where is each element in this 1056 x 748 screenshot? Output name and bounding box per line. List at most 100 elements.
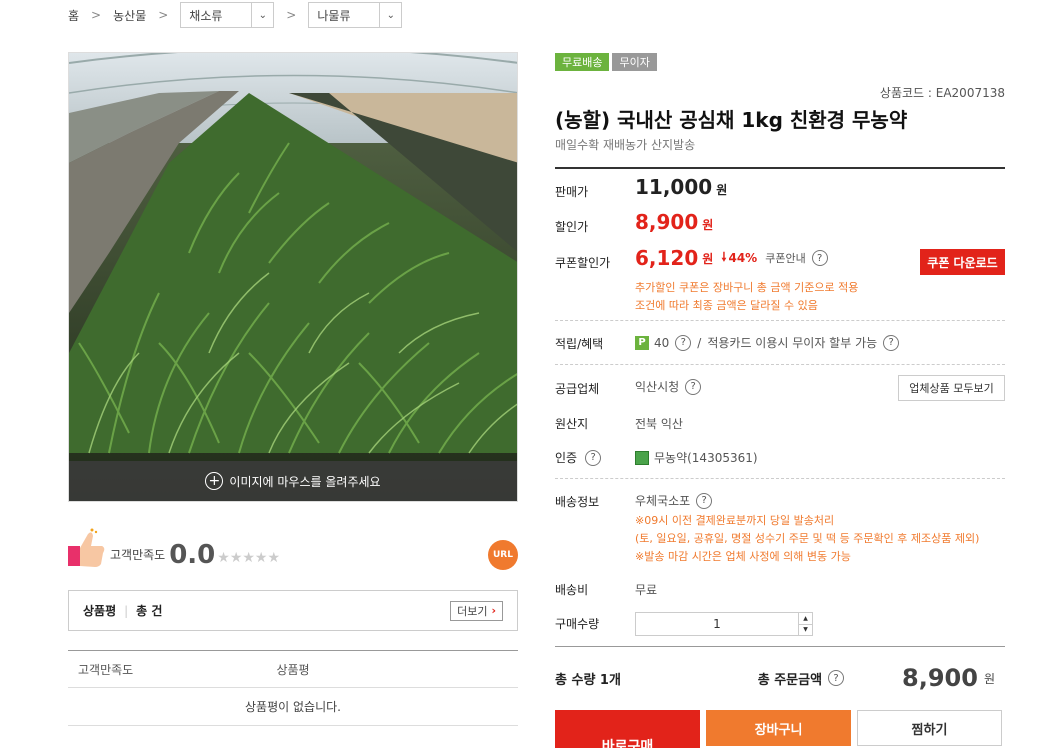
breadcrumb-separator: > [158,8,169,22]
breadcrumb: 홈 > 농산물 > 채소류 ⌄ > 나물류 ⌄ [68,2,403,28]
quantity-input[interactable]: 1 [636,613,798,635]
card-benefit-text: 적용카드 이용시 무이자 할부 가능 [707,336,878,350]
buy-now-button[interactable]: 바로구매 [555,710,700,748]
origin-value: 전북 익산 [635,417,683,431]
vendor-name[interactable]: 익산시청 [635,378,679,395]
help-icon[interactable]: ? [828,670,845,686]
review-summary: 상품평 | 총 건 더보기 › [68,590,518,631]
benefit-info: P 40 ? / 적용카드 이용시 무이자 할부 가능 ? [635,334,900,351]
coupon-price-value: 6,120 [635,246,699,270]
discount-price-value: 8,900 [635,210,699,234]
shipping-fee-label: 배송비 [555,583,589,597]
shipping-method: 우체국소포 ? [635,492,713,509]
quantity-arrows: ▲ ▼ [798,613,812,635]
satisfaction-label: 고객만족도 [110,548,166,562]
cert-value: 무농약(14305361) [654,451,758,465]
divider [555,646,1005,647]
total-amount: 8,900 [902,664,978,692]
star-rating: ★★★★★ [217,550,281,566]
zoom-plus-icon: + [205,472,224,490]
coupon-price-label: 쿠폰할인가 [555,256,611,270]
chevron-right-icon: › [491,604,496,617]
shipping-note-1: ※09시 이전 결제완료분까지 당일 발송처리 [635,514,835,527]
wishlist-button[interactable]: 찜하기 [857,710,1002,746]
more-reviews-button[interactable]: 더보기 › [450,600,503,621]
price-unit: 원 [716,183,728,197]
decrement-icon[interactable]: ▼ [799,625,812,636]
shipping-label: 배송정보 [555,495,600,509]
points-icon: P [635,335,649,350]
help-icon[interactable]: ? [585,449,602,466]
vendor-info: 익산시청 ? [635,378,702,395]
add-to-cart-button[interactable]: 장바구니 [706,710,851,746]
product-title: (농할) 국내산 공심채 1kg 친환경 무농약 [555,108,908,132]
review-table: 고객만족도 상품평 상품평이 없습니다. [68,650,518,726]
shipping-fee-value: 무료 [635,583,658,597]
review-table-header: 고객만족도 상품평 [68,650,518,688]
greenhouse-photo [69,53,517,501]
help-icon[interactable]: ? [675,334,692,351]
product-image[interactable]: + 이미지에 마우스를 올려주세요 [68,52,518,502]
cert-label: 인증 [555,451,578,465]
organic-cert-icon [635,450,649,465]
benefit-label: 적립/혜택 [555,337,604,351]
price-unit: 원 [702,218,714,232]
coupon-download-button[interactable]: 쿠폰 다운로드 [920,249,1005,275]
interest-free-badge: 무이자 [612,53,657,71]
sale-price-label: 판매가 [555,185,589,199]
coupon-note-1: 추가할인 쿠폰은 장바구니 총 금액 기준으로 적용 [635,281,859,294]
origin-label: 원산지 [555,417,589,431]
coupon-percent: 44% [728,251,758,265]
vendor-label: 공급업체 [555,382,600,396]
review-count: 총 건 [136,604,163,618]
hover-hint-text: 이미지에 마우스를 올려주세요 [229,474,381,489]
breadcrumb-category[interactable]: 농산물 [113,7,146,24]
free-shipping-badge: 무료배송 [555,53,610,71]
coupon-note-2: 조건에 따라 최종 금액은 달라질 수 있음 [635,299,818,312]
product-subtitle: 매일수확 재배농가 산지발송 [555,138,696,152]
sale-price-value: 11,000 [635,175,713,199]
thumbs-up-icon [68,528,106,568]
help-icon[interactable]: ? [883,334,900,351]
quantity-label: 구매수량 [555,617,600,631]
points-value: 40 [654,335,670,350]
divider: / [697,335,702,350]
divider [555,167,1005,169]
image-hover-hint: + 이미지에 마우스를 올려주세요 [69,461,517,501]
breadcrumb-separator: > [91,8,102,22]
vendor-products-button[interactable]: 업체상품 모두보기 [898,375,1005,401]
increment-icon[interactable]: ▲ [799,613,812,625]
shipping-note-3: ※발송 마감 시간은 업체 사정에 의해 변동 가능 [635,550,851,563]
category-select-namul[interactable]: 나물류 ⌄ [308,2,403,28]
help-icon[interactable]: ? [685,378,702,395]
divider [555,320,1005,321]
customer-satisfaction: 고객만족도 0.0 ★★★★★ [68,528,280,568]
divider [555,364,1005,365]
select-label: 나물류 [317,8,351,23]
category-select-vegetables[interactable]: 채소류 ⌄ [180,2,275,28]
shipping-note-2: (토, 일요일, 공휴일, 명절 성수기 주문 및 떡 등 주문확인 후 제조상… [635,532,980,545]
order-total: 총 수량 1개 총 주문금액 ? 8,900 원 [555,660,1005,696]
shipping-method-value: 우체국소포 [635,494,691,508]
coupon-info-label: 쿠폰안내 [765,252,806,265]
review-empty-message: 상품평이 없습니다. [68,688,518,726]
cert-info: 무농약(14305361) [635,449,758,466]
buy-now-label: 바로구매 [601,739,654,748]
chevron-down-icon: ⌄ [379,3,401,27]
divider: | [124,603,129,618]
help-icon[interactable]: ? [696,492,713,509]
cert-label-group: 인증 ? [555,449,602,466]
coupon-price: 6,120 원 🠗 44% 쿠폰안내 ? [635,246,828,270]
select-label: 채소류 [189,8,223,23]
review-title: 상품평 [83,604,117,618]
help-icon[interactable]: ? [811,250,828,266]
product-code: 상품코드 : EA2007138 [879,86,1005,100]
url-copy-button[interactable]: URL [488,540,518,570]
satisfaction-score: 0.0 [169,540,216,570]
down-arrow-icon: 🠗 [721,249,727,264]
price-unit: 원 [702,251,714,266]
discount-price-label: 할인가 [555,220,589,234]
breadcrumb-home[interactable]: 홈 [68,7,79,24]
quantity-stepper[interactable]: 1 ▲ ▼ [635,612,813,636]
product-badges: 무료배송 무이자 [555,53,657,71]
